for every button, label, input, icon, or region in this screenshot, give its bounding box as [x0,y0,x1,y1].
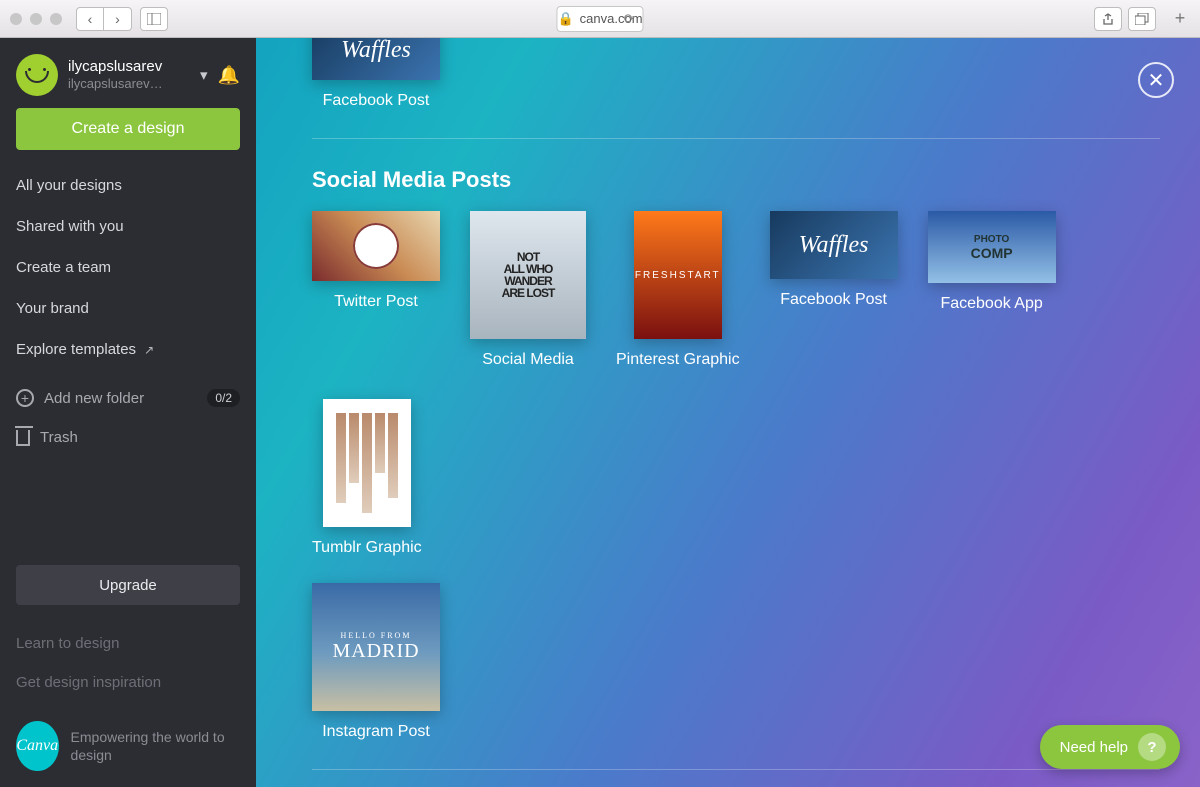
template-thumb: FRESHSTART [634,211,722,339]
template-tile[interactable]: HELLO FROM MADRID Instagram Post [312,583,440,741]
user-row[interactable]: ilycapslusarev ilycapslusarev… ▾ 🔔 [16,54,240,96]
sidebar: ilycapslusarev ilycapslusarev… ▾ 🔔 Creat… [0,38,256,787]
help-icon: ? [1138,733,1166,761]
add-folder-row[interactable]: + Add new folder 0/2 [16,379,240,417]
section-title: Social Media Posts [312,167,1160,193]
tabs-icon [1135,13,1149,25]
sidebar-spacer [16,458,240,559]
tile-row-social-2: HELLO FROM MADRID Instagram Post [312,583,1160,741]
template-thumb: Waffles [312,38,440,80]
template-picker-overlay: ✕ Waffles Facebook Post Social Media Pos… [256,38,1200,787]
close-icon: ✕ [1148,68,1165,93]
template-thumb: PHOTOCOMP [928,211,1056,283]
close-window-icon[interactable] [10,13,22,25]
canva-footer: Canva Empowering the world to design [16,721,240,771]
sidebar-toggle-button[interactable] [140,7,168,31]
folder-count-badge: 0/2 [207,389,240,407]
inspire-link[interactable]: Get design inspiration [16,666,240,699]
plus-circle-icon: + [16,389,34,407]
template-label: Pinterest Graphic [616,351,740,369]
nav-shared[interactable]: Shared with you [16,209,240,244]
template-tile[interactable]: FRESHSTART Pinterest Graphic [616,211,740,369]
template-thumb [312,211,440,281]
back-button[interactable]: ‹ [76,7,104,31]
help-button[interactable]: Need help ? [1040,725,1180,769]
user-name: ilycapslusarev [68,58,163,76]
min-window-icon[interactable] [30,13,42,25]
user-names: ilycapslusarev ilycapslusarev… [68,58,163,92]
max-window-icon[interactable] [50,13,62,25]
window-controls[interactable] [10,13,62,25]
trash-icon [16,430,30,446]
share-button[interactable] [1094,7,1122,31]
divider [312,769,1160,770]
nav-your-brand[interactable]: Your brand [16,291,240,326]
nav-group: ‹ › [76,7,132,31]
share-icon [1102,13,1114,25]
canva-logo[interactable]: Canva [16,721,59,771]
add-folder-label: Add new folder [44,390,144,407]
avatar[interactable] [16,54,58,96]
browser-chrome: ‹ › 🔒 canva.com ⟳ + [0,0,1200,38]
help-label: Need help [1060,739,1128,756]
template-tile[interactable]: PHOTOCOMP Facebook App [928,211,1056,369]
template-label: Facebook App [940,295,1042,313]
nav-trash[interactable]: Trash [16,423,240,452]
create-design-button[interactable]: Create a design [16,108,240,150]
template-label: Tumblr Graphic [312,539,422,557]
lock-icon: 🔒 [557,11,573,27]
template-thumb: Waffles [770,211,898,279]
chevron-down-icon[interactable]: ▾ [200,66,208,84]
sidebar-icon [147,13,161,25]
new-tab-button[interactable]: + [1170,8,1190,29]
nav-all-designs[interactable]: All your designs [16,168,240,203]
template-thumb: HELLO FROM MADRID [312,583,440,711]
trash-label: Trash [40,429,78,446]
refresh-icon[interactable]: ⟳ [624,11,635,27]
nav-create-team[interactable]: Create a team [16,250,240,285]
url-bar[interactable]: 🔒 canva.com ⟳ [556,6,643,32]
bell-icon[interactable]: 🔔 [218,65,240,86]
template-tile[interactable]: NOTALL WHOWANDERARE LOST Social Media [470,211,586,369]
template-tile[interactable]: Waffles Facebook Post [312,38,440,110]
app-body: ilycapslusarev ilycapslusarev… ▾ 🔔 Creat… [0,38,1200,787]
tile-row-partial: Waffles Facebook Post [312,38,1160,110]
template-thumb: NOTALL WHOWANDERARE LOST [470,211,586,339]
template-tile[interactable]: Tumblr Graphic [312,399,422,557]
upgrade-button[interactable]: Upgrade [16,565,240,605]
close-button[interactable]: ✕ [1138,62,1174,98]
template-label: Instagram Post [322,723,430,741]
tile-row-social: Twitter Post NOTALL WHOWANDERARE LOST So… [312,211,1160,557]
template-tile[interactable]: Twitter Post [312,211,440,369]
template-label: Facebook Post [323,92,430,110]
template-thumb [323,399,411,527]
template-label: Twitter Post [334,293,418,311]
tabs-button[interactable] [1128,7,1156,31]
footer-tagline: Empowering the world to design [71,728,240,764]
template-label: Social Media [482,351,574,369]
template-tile[interactable]: Waffles Facebook Post [770,211,898,369]
forward-button[interactable]: › [104,7,132,31]
nav-explore-templates[interactable]: Explore templates [16,332,240,367]
user-sub: ilycapslusarev… [68,76,163,92]
chrome-right: + [1094,7,1190,31]
divider [312,138,1160,139]
learn-link[interactable]: Learn to design [16,627,240,660]
template-label: Facebook Post [780,291,887,309]
